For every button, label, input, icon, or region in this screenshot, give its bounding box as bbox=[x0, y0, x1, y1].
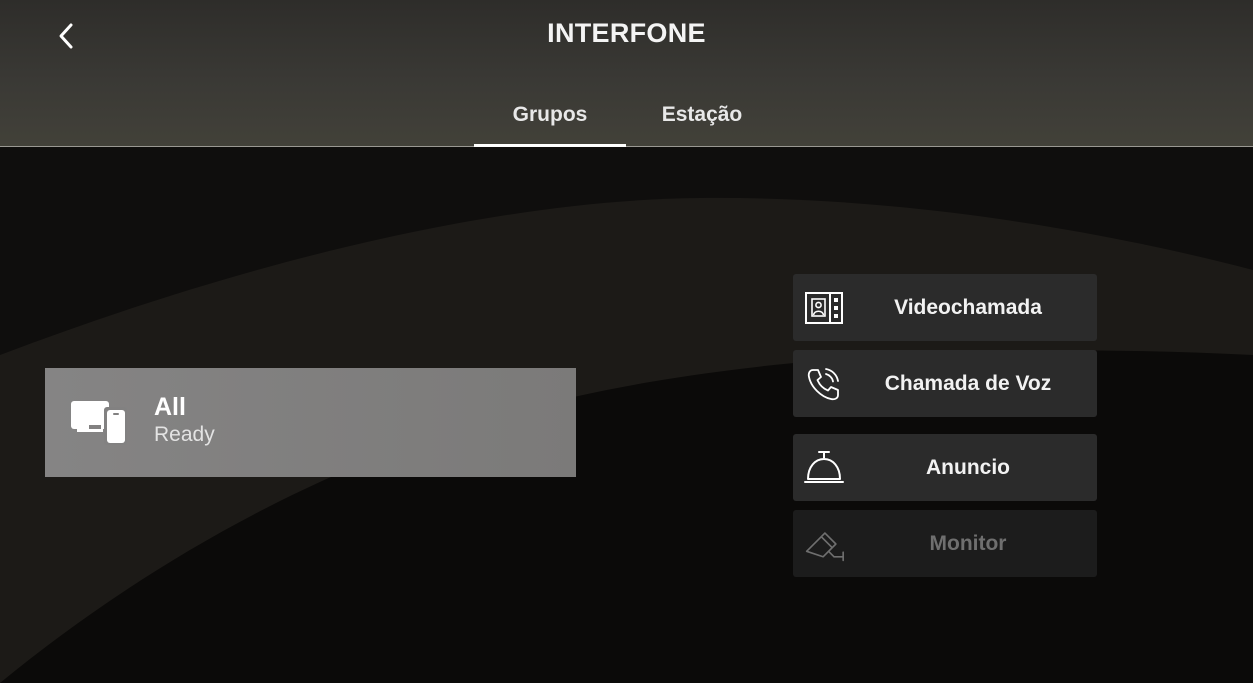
anuncio-button[interactable]: Anuncio bbox=[793, 434, 1097, 501]
tab-bar: Grupos Estação bbox=[474, 86, 778, 147]
tab-grupos[interactable]: Grupos bbox=[474, 86, 626, 147]
group-item-all[interactable]: All Ready bbox=[45, 368, 576, 477]
videochamada-button[interactable]: Videochamada bbox=[793, 274, 1097, 341]
chamada-de-voz-label: Chamada de Voz bbox=[884, 371, 1052, 395]
monitor-label: Monitor bbox=[929, 531, 1007, 555]
tab-estacao-label: Estação bbox=[661, 102, 743, 126]
tab-grupos-label: Grupos bbox=[512, 102, 588, 126]
chamada-de-voz-button[interactable]: Chamada de Voz bbox=[793, 350, 1097, 417]
group-text: All Ready bbox=[154, 392, 215, 448]
main-content: All Ready Videochamada Chamada de Voz An… bbox=[0, 147, 1253, 683]
phone-call-icon bbox=[807, 368, 839, 401]
camera-icon bbox=[805, 532, 844, 562]
devices-icon bbox=[71, 401, 127, 445]
videochamada-label: Videochamada bbox=[894, 295, 1042, 319]
monitor-button[interactable]: Monitor bbox=[793, 510, 1097, 577]
video-intercom-icon bbox=[805, 292, 843, 324]
intercom-screen: INTERFONE Grupos Estação All Ready Video… bbox=[0, 0, 1253, 683]
page-title: INTERFONE bbox=[547, 18, 706, 48]
service-bell-icon bbox=[804, 451, 844, 483]
group-status: Ready bbox=[154, 423, 215, 446]
header-bar: INTERFONE Grupos Estação bbox=[0, 0, 1253, 147]
group-name: All bbox=[154, 393, 186, 421]
anuncio-label: Anuncio bbox=[926, 455, 1010, 479]
tab-estacao[interactable]: Estação bbox=[626, 86, 778, 146]
